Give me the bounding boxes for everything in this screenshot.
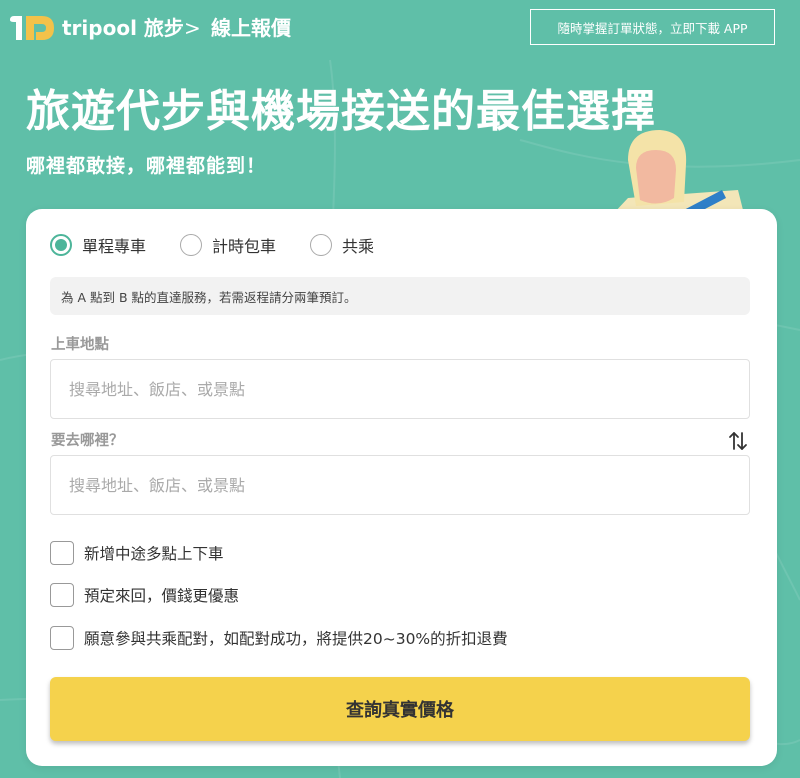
breadcrumb-current-page: 線上報價 (211, 16, 291, 40)
radio-button[interactable] (180, 234, 203, 256)
get-quote-button[interactable]: 查詢真實價格 (50, 677, 750, 741)
radio-one-way[interactable]: 單程專車 (50, 233, 146, 257)
radio-label: 共乘 (342, 237, 375, 256)
option-multi-stop[interactable]: 新增中途多點上下車 (50, 541, 224, 565)
option-carpool-matching[interactable]: 願意參與共乘配對，如配對成功，將提供20~30%的折扣退費 (50, 626, 508, 650)
brand-name[interactable]: tripool 旅步 (62, 14, 184, 42)
service-info-note: 為 A 點到 B 點的直達服務，若需返程請分兩筆預訂。 (50, 277, 750, 315)
breadcrumb-separator: > (184, 16, 201, 40)
booking-form-card: 單程專車 計時包車 共乘 為 A 點到 B 點的直達服務，若需返程請分兩筆預訂。… (26, 209, 777, 766)
checkbox[interactable] (50, 626, 74, 650)
destination-label: 要去哪裡？ (51, 433, 124, 449)
radio-button[interactable] (310, 234, 333, 256)
radio-label: 單程專車 (82, 237, 147, 256)
radio-label: 計時包車 (212, 237, 277, 256)
logo-icon[interactable] (8, 12, 56, 44)
checkbox-label: 新增中途多點上下車 (84, 545, 224, 563)
radio-button[interactable] (50, 234, 72, 256)
hero-subtitle: 哪裡都敢接，哪裡都能到！ (26, 155, 267, 177)
pickup-input[interactable] (50, 359, 750, 419)
top-bar: tripool 旅步 > 線上報價 隨時掌握訂單狀態，立即下載 APP (0, 0, 800, 56)
radio-selected-dot (55, 239, 67, 251)
option-round-trip[interactable]: 預定來回，價錢更優惠 (50, 583, 239, 607)
hero-title: 旅遊代步與機場接送的最佳選擇 (26, 86, 656, 137)
checkbox-label: 願意參與共乘配對，如配對成功，將提供20~30%的折扣退費 (84, 630, 508, 648)
download-app-button[interactable]: 隨時掌握訂單狀態，立即下載 APP (530, 9, 775, 45)
service-type-selector: 單程專車 計時包車 共乘 (50, 233, 408, 257)
pickup-label: 上車地點 (51, 337, 109, 353)
checkbox[interactable] (50, 583, 74, 607)
radio-carpool[interactable]: 共乘 (310, 233, 374, 257)
checkbox[interactable] (50, 541, 74, 565)
swap-icon[interactable] (726, 429, 750, 453)
destination-input[interactable] (50, 455, 750, 515)
checkbox-label: 預定來回，價錢更優惠 (84, 587, 240, 605)
radio-hourly-charter[interactable]: 計時包車 (180, 233, 276, 257)
